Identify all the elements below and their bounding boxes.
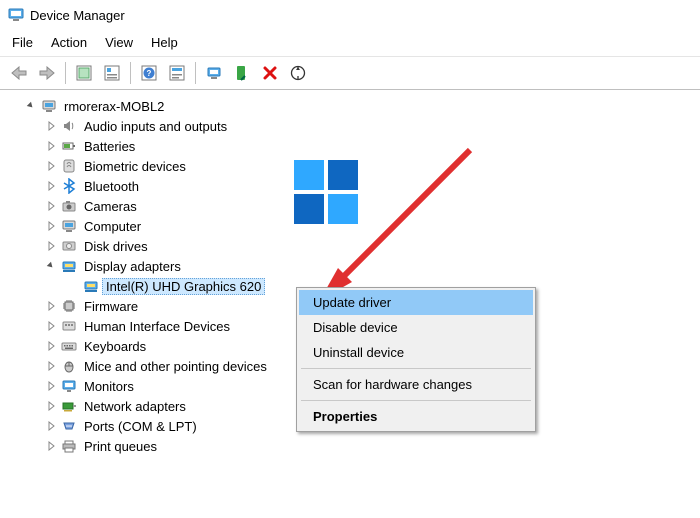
expand-icon[interactable] [44,359,58,373]
context-scan-hardware[interactable]: Scan for hardware changes [299,372,533,397]
expand-icon[interactable] [44,119,58,133]
chip-icon [60,297,78,315]
collapse-icon[interactable] [24,99,38,113]
tree-node-print-queues[interactable]: Print queues [0,436,700,456]
network-adapter-icon [60,397,78,415]
toolbar-update-driver-button[interactable] [201,60,227,86]
expand-icon[interactable] [44,339,58,353]
bluetooth-icon [60,177,78,195]
expand-icon[interactable] [44,439,58,453]
window-titlebar: Device Manager [0,0,700,31]
expand-icon[interactable] [44,199,58,213]
expand-icon[interactable] [44,139,58,153]
tree-node-display-adapters[interactable]: Display adapters [0,256,700,276]
expand-icon[interactable] [44,319,58,333]
tree-root-label: rmorerax-MOBL2 [60,99,164,114]
device-manager-icon [8,7,24,23]
camera-icon [60,197,78,215]
menu-view[interactable]: View [105,35,133,50]
computer-icon [40,97,58,115]
toolbar-back-button[interactable] [6,60,32,86]
context-update-driver[interactable]: Update driver [299,290,533,315]
toolbar-separator [130,62,131,84]
toolbar-show-hidden-button[interactable] [71,60,97,86]
battery-icon [60,137,78,155]
context-properties[interactable]: Properties [299,404,533,429]
disk-icon [60,237,78,255]
toolbar-help-button[interactable]: ? [136,60,162,86]
fingerprint-icon [60,157,78,175]
expand-icon[interactable] [44,239,58,253]
context-uninstall-device[interactable]: Uninstall device [299,340,533,365]
collapse-icon[interactable] [44,259,58,273]
toolbar-enable-button[interactable] [229,60,255,86]
expand-icon[interactable] [44,399,58,413]
context-separator [301,400,531,401]
tree-node-audio[interactable]: Audio inputs and outputs [0,116,700,136]
menu-help[interactable]: Help [151,35,178,50]
toolbar-scan-button[interactable] [285,60,311,86]
context-separator [301,368,531,369]
expand-icon[interactable] [44,159,58,173]
menu-file[interactable]: File [12,35,33,50]
monitor-icon [60,377,78,395]
mouse-icon [60,357,78,375]
menu-bar: File Action View Help [0,31,700,57]
expand-icon[interactable] [44,179,58,193]
toolbar-action-button[interactable] [164,60,190,86]
printer-icon [60,437,78,455]
window-title: Device Manager [30,8,125,23]
speaker-icon [60,117,78,135]
pc-icon [60,217,78,235]
port-icon [60,417,78,435]
tree-root[interactable]: rmorerax-MOBL2 [0,96,700,116]
expand-icon[interactable] [44,379,58,393]
expand-icon[interactable] [44,299,58,313]
toolbar: ? [0,57,700,90]
tree-node-batteries[interactable]: Batteries [0,136,700,156]
expand-icon[interactable] [44,419,58,433]
toolbar-forward-button[interactable] [34,60,60,86]
tree-node-disk[interactable]: Disk drives [0,236,700,256]
toolbar-properties-button[interactable] [99,60,125,86]
expand-icon[interactable] [44,219,58,233]
svg-text:?: ? [147,69,152,78]
toolbar-separator [65,62,66,84]
toolbar-uninstall-button[interactable] [257,60,283,86]
display-adapter-icon [82,277,100,295]
context-menu: Update driver Disable device Uninstall d… [296,287,536,432]
keyboard-icon [60,337,78,355]
display-adapter-icon [60,257,78,275]
menu-action[interactable]: Action [51,35,87,50]
hid-icon [60,317,78,335]
context-disable-device[interactable]: Disable device [299,315,533,340]
toolbar-separator [195,62,196,84]
windows-logo-icon [294,160,358,224]
